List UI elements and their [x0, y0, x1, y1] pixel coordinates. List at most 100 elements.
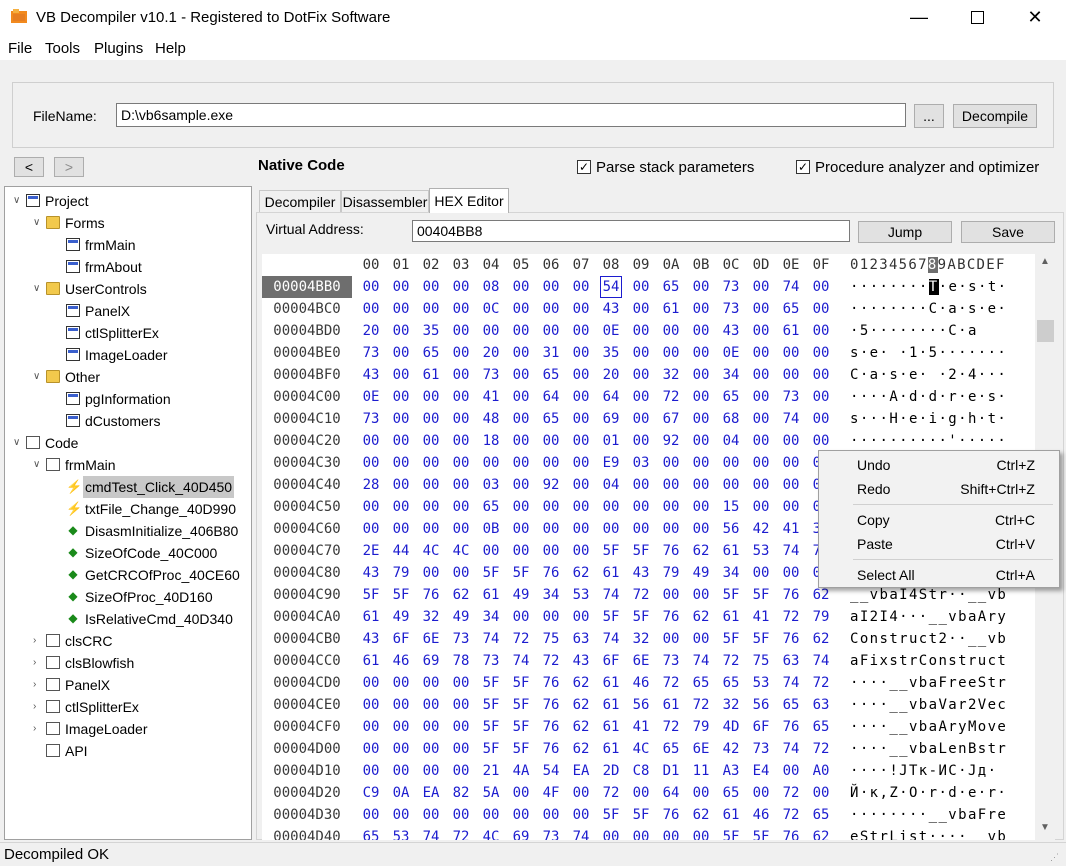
hex-byte[interactable]: 00 — [660, 584, 682, 606]
hex-byte[interactable]: 61 — [600, 738, 622, 760]
hex-byte[interactable]: 41 — [480, 386, 502, 408]
hex-byte[interactable]: 61 — [360, 606, 382, 628]
hex-byte[interactable]: 00 — [660, 826, 682, 840]
hex-byte[interactable]: A3 — [720, 760, 742, 782]
hex-byte[interactable]: 00 — [570, 474, 592, 496]
hex-byte[interactable]: 69 — [600, 408, 622, 430]
hex-byte[interactable]: 00 — [780, 760, 802, 782]
tree-item[interactable]: frmAbout — [5, 256, 251, 278]
hex-byte[interactable]: 00 — [450, 386, 472, 408]
hex-byte[interactable]: 74 — [810, 650, 832, 672]
hex-byte[interactable]: 00 — [420, 672, 442, 694]
hex-byte[interactable]: 15 — [720, 496, 742, 518]
hex-byte[interactable]: 92 — [540, 474, 562, 496]
hex-byte[interactable]: 72 — [660, 386, 682, 408]
hex-byte[interactable]: 00 — [390, 694, 412, 716]
hex-byte[interactable]: 00 — [540, 540, 562, 562]
hex-byte[interactable]: 61 — [600, 694, 622, 716]
hex-byte[interactable]: 76 — [660, 540, 682, 562]
hex-byte[interactable]: 73 — [480, 364, 502, 386]
hex-byte[interactable]: 72 — [660, 672, 682, 694]
hex-byte[interactable]: 5F — [510, 738, 532, 760]
hex-byte[interactable]: 08 — [480, 276, 502, 298]
hex-byte[interactable]: 20 — [600, 364, 622, 386]
hex-byte[interactable]: 62 — [690, 540, 712, 562]
hex-byte[interactable]: 61 — [600, 672, 622, 694]
hex-byte[interactable]: 00 — [450, 518, 472, 540]
hex-byte[interactable]: 34 — [540, 584, 562, 606]
hex-byte[interactable]: 74 — [480, 628, 502, 650]
hex-byte[interactable]: 00 — [570, 518, 592, 540]
hex-byte[interactable]: 00 — [420, 716, 442, 738]
tab-hex-editor[interactable]: HEX Editor — [429, 188, 509, 213]
hex-byte[interactable]: 5F — [480, 562, 502, 584]
hex-byte[interactable]: 00 — [630, 298, 652, 320]
hex-byte[interactable]: 61 — [360, 650, 382, 672]
hex-byte[interactable]: 5A — [480, 782, 502, 804]
hex-byte[interactable]: 00 — [810, 342, 832, 364]
hex-byte[interactable]: 00 — [390, 452, 412, 474]
hex-byte[interactable]: 35 — [600, 342, 622, 364]
hex-byte[interactable]: 00 — [780, 342, 802, 364]
hex-row[interactable]: 00004D20 C9 0A EA 82 5A 00 4F 00 72 00 64 00 65 00 72 00… — [262, 782, 1035, 804]
hex-byte[interactable]: 5F — [720, 826, 742, 840]
hex-byte[interactable]: 00 — [360, 804, 382, 826]
hex-byte[interactable]: 00 — [780, 452, 802, 474]
hex-byte[interactable]: 00 — [810, 782, 832, 804]
hex-byte[interactable]: 65 — [360, 826, 382, 840]
hex-byte[interactable]: E4 — [750, 760, 772, 782]
hex-byte[interactable]: 00 — [420, 452, 442, 474]
collapse-icon[interactable]: ∨ — [13, 432, 23, 454]
hex-byte[interactable]: 79 — [810, 606, 832, 628]
hex-row[interactable]: 00004CD0 00 00 00 00 5F 5F 76 62 61 46 72 65 65 53 74 72… — [262, 672, 1035, 694]
tree-item[interactable]: PanelX — [5, 300, 251, 322]
decompile-button[interactable]: Decompile — [953, 104, 1037, 128]
hex-byte[interactable]: 00 — [540, 430, 562, 452]
hex-byte[interactable]: 53 — [570, 584, 592, 606]
hex-byte[interactable]: 72 — [600, 782, 622, 804]
hex-byte[interactable]: 5F — [480, 738, 502, 760]
hex-byte[interactable]: 0C — [480, 298, 502, 320]
hex-byte[interactable]: 00 — [570, 276, 592, 298]
parse-stack-label[interactable]: Parse stack parameters — [596, 159, 754, 176]
tree-item[interactable]: ImageLoader — [5, 344, 251, 366]
hex-byte[interactable]: 00 — [750, 474, 772, 496]
tree-item[interactable]: dCustomers — [5, 410, 251, 432]
hex-byte[interactable]: 00 — [450, 430, 472, 452]
hex-byte[interactable]: 5F — [630, 804, 652, 826]
hex-byte[interactable]: 00 — [360, 760, 382, 782]
hex-byte[interactable]: 49 — [690, 562, 712, 584]
hex-byte[interactable]: 0E — [720, 342, 742, 364]
hex-byte[interactable]: 48 — [480, 408, 502, 430]
hex-byte[interactable]: 00 — [570, 408, 592, 430]
tree-item[interactable]: ◆ GetCRCOfProc_40CE60 — [5, 564, 251, 586]
hex-byte[interactable]: 00 — [510, 276, 532, 298]
hex-byte[interactable]: 34 — [480, 606, 502, 628]
hex-row[interactable]: 00004CA0 61 49 32 49 34 00 00 00 5F 5F 76 62 61 41 72 79… — [262, 606, 1035, 628]
ctx-copy[interactable]: Copy Ctrl+C — [819, 508, 1059, 532]
hex-byte[interactable]: 00 — [750, 298, 772, 320]
hex-byte[interactable]: 74 — [780, 276, 802, 298]
scroll-up-icon[interactable]: ▲ — [1035, 256, 1055, 274]
hex-byte[interactable]: 72 — [690, 694, 712, 716]
optimizer-checkbox[interactable]: ✓ — [796, 160, 810, 174]
hex-byte[interactable]: 00 — [390, 430, 412, 452]
hex-byte[interactable]: 65 — [540, 364, 562, 386]
hex-byte[interactable]: 43 — [360, 364, 382, 386]
hex-byte[interactable]: 43 — [360, 628, 382, 650]
hex-byte[interactable]: 5F — [600, 606, 622, 628]
hex-byte[interactable]: 61 — [720, 540, 742, 562]
close-button[interactable]: ✕ — [1012, 0, 1058, 34]
hex-byte[interactable]: 00 — [450, 716, 472, 738]
forward-button[interactable]: > — [54, 157, 84, 177]
hex-byte[interactable]: 00 — [690, 782, 712, 804]
hex-byte[interactable]: 76 — [780, 716, 802, 738]
hex-byte[interactable]: 5F — [720, 584, 742, 606]
hex-byte[interactable]: 72 — [780, 804, 802, 826]
hex-byte[interactable]: 00 — [540, 320, 562, 342]
hex-byte[interactable]: 74 — [780, 540, 802, 562]
hex-byte[interactable]: 73 — [780, 386, 802, 408]
hex-byte[interactable]: 62 — [570, 562, 592, 584]
hex-byte[interactable]: 00 — [570, 364, 592, 386]
hex-byte[interactable]: 74 — [600, 584, 622, 606]
